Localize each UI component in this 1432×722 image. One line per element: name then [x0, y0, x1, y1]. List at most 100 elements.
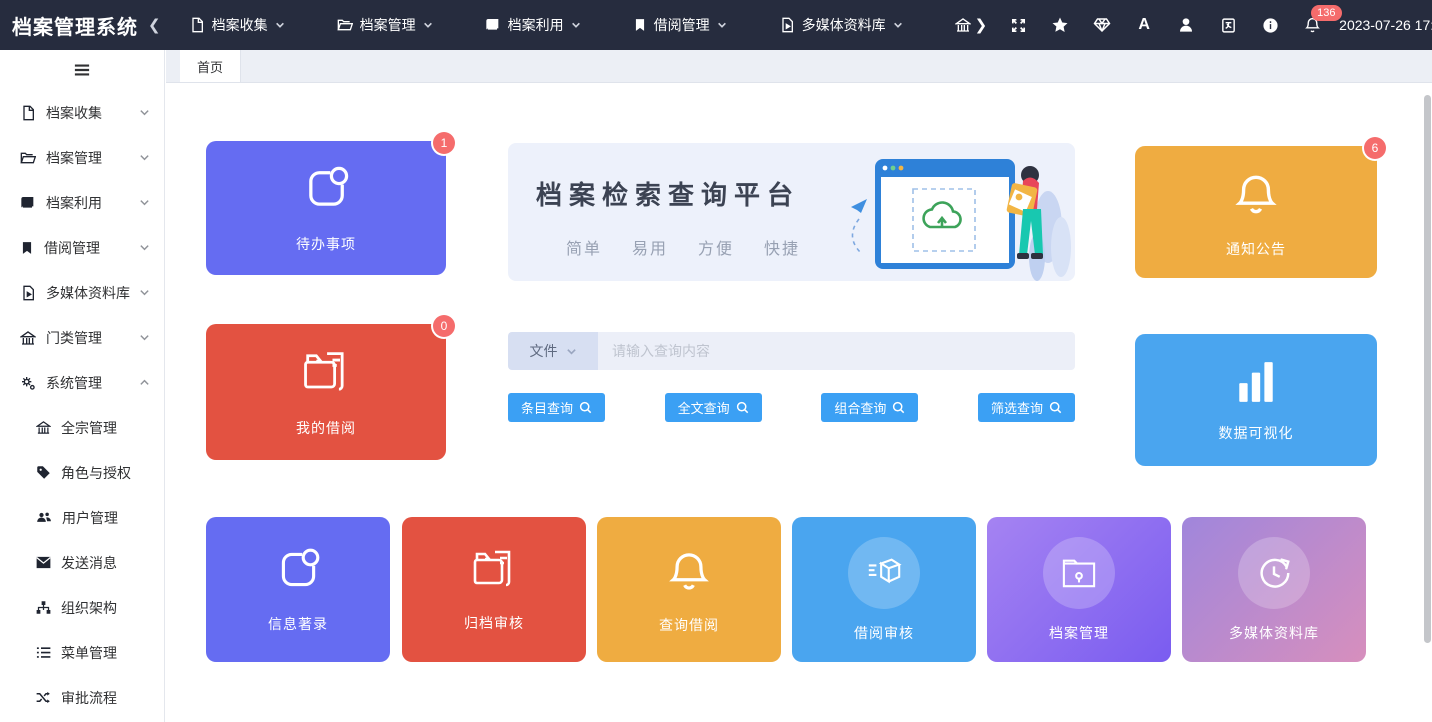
topnav-item-borrow-manage[interactable]: 借阅管理 — [633, 15, 727, 35]
sidebar: 档案收集 档案管理 档案利用 借阅管理 多媒体资料库 门类管理 系统管理 全宗管… — [0, 50, 165, 722]
sidebar-subitem-user-manage[interactable]: 用户管理 — [0, 495, 164, 540]
banner-tag: 简单 — [566, 235, 602, 259]
sidebar-subitem-send-message[interactable]: 发送消息 — [0, 540, 164, 585]
sidebar-item-archive-collect[interactable]: 档案收集 — [0, 90, 164, 135]
shortcut-borrow-review[interactable]: 借阅审核 — [792, 517, 976, 662]
todo-badge: 1 — [433, 132, 455, 154]
banner-tags: 简单 易用 方便 快捷 — [566, 235, 800, 259]
topnav-label: 档案收集 — [212, 15, 268, 35]
topnav-item-archive-collect[interactable]: 档案收集 — [189, 15, 285, 35]
banner-illustration — [823, 147, 1073, 281]
button-label: 组合查询 — [834, 398, 886, 417]
sidebar-subitem-approval-flow[interactable]: 审批流程 — [0, 675, 164, 720]
sidebar-item-label: 角色与授权 — [61, 463, 150, 483]
sidebar-item-label: 发送消息 — [61, 553, 150, 573]
card-label: 归档审核 — [464, 613, 524, 633]
user-icon[interactable] — [1177, 16, 1195, 34]
chevron-down-icon — [571, 20, 581, 30]
expand-icon[interactable] — [1009, 16, 1027, 34]
clipboard-icon — [273, 545, 323, 600]
star-icon[interactable] — [1051, 16, 1069, 34]
topnav-item-multimedia[interactable]: 多媒体资料库 — [779, 15, 903, 35]
book-icon — [20, 195, 36, 211]
sidebar-item-archive-use[interactable]: 档案利用 — [0, 180, 164, 225]
entry-query-button[interactable]: 条目查询 — [508, 393, 605, 422]
gears-icon — [20, 375, 36, 391]
media-file-icon — [779, 17, 795, 33]
banner-tag: 快捷 — [764, 235, 800, 259]
topnav-label: 多媒体资料库 — [802, 15, 886, 35]
bookmark-icon — [633, 17, 647, 33]
bell-icon[interactable]: 136 — [1303, 16, 1321, 34]
info-icon[interactable] — [1261, 16, 1279, 34]
my-borrow-badge: 0 — [433, 315, 455, 337]
combo-query-button[interactable]: 组合查询 — [821, 393, 918, 422]
search-input[interactable] — [598, 332, 1075, 370]
card-label: 数据可视化 — [1219, 423, 1294, 443]
font-size-icon[interactable]: A — [1135, 16, 1153, 34]
topnav-item-archive-use[interactable]: 档案利用 — [485, 15, 581, 35]
sidebar-item-label: 菜单管理 — [61, 643, 150, 663]
folder-open-icon — [337, 17, 353, 33]
bookmark-icon — [20, 240, 34, 256]
nav-scroll-right-icon[interactable]: ❯ — [975, 16, 988, 34]
card-label: 我的借阅 — [296, 418, 356, 438]
sidebar-subitem-roles-auth[interactable]: 角色与授权 — [0, 450, 164, 495]
todo-card[interactable]: 待办事项 1 — [206, 141, 446, 275]
chevron-down-icon — [893, 20, 903, 30]
gem-icon[interactable] — [1093, 16, 1111, 34]
chevron-down-icon — [139, 107, 150, 118]
shortcut-info-entry[interactable]: 信息著录 — [206, 517, 390, 662]
topnav-item-category-partial[interactable]: ❯ — [955, 16, 988, 34]
translate-icon[interactable] — [1219, 16, 1237, 34]
card-label: 借阅审核 — [854, 623, 914, 643]
datetime-display: 2023-07-26 17:25:44 — [1339, 17, 1432, 33]
card-label: 查询借阅 — [659, 615, 719, 635]
search-bar: 文件 — [508, 332, 1075, 370]
sidebar-subitem-org-structure[interactable]: 组织架构 — [0, 585, 164, 630]
my-borrow-card[interactable]: 我的借阅 0 — [206, 324, 446, 460]
folder-open-icon — [20, 150, 36, 166]
vertical-scrollbar[interactable] — [1424, 95, 1431, 643]
sidebar-item-borrow-manage[interactable]: 借阅管理 — [0, 225, 164, 270]
sitemap-icon — [36, 600, 51, 615]
tab-home[interactable]: 首页 — [180, 50, 241, 82]
search-platform-banner: 档案检索查询平台 简单 易用 方便 快捷 — [508, 143, 1075, 281]
topnav-item-archive-manage[interactable]: 档案管理 — [337, 15, 433, 35]
clock-sync-icon — [1238, 537, 1310, 609]
bank-icon — [955, 17, 971, 33]
app-title: 档案管理系统 — [0, 11, 148, 40]
tag-icon — [36, 465, 51, 480]
button-label: 全文查询 — [678, 398, 730, 417]
shortcut-archive-manage[interactable]: 档案管理 — [987, 517, 1171, 662]
chevron-up-icon — [139, 377, 150, 388]
notice-card[interactable]: 通知公告 6 — [1135, 146, 1377, 278]
sidebar-item-label: 借阅管理 — [44, 238, 139, 258]
sidebar-item-archive-manage[interactable]: 档案管理 — [0, 135, 164, 180]
shortcut-archive-review[interactable]: 归档审核 — [402, 517, 586, 662]
sidebar-item-multimedia[interactable]: 多媒体资料库 — [0, 270, 164, 315]
sidebar-item-system-manage[interactable]: 系统管理 — [0, 360, 164, 405]
sidebar-item-category-manage[interactable]: 门类管理 — [0, 315, 164, 360]
query-buttons: 条目查询 全文查询 组合查询 筛选查询 — [508, 393, 1075, 422]
card-label: 通知公告 — [1226, 239, 1286, 259]
media-file-icon — [20, 285, 36, 301]
shortcut-multimedia-library[interactable]: 多媒体资料库 — [1182, 517, 1366, 662]
main-area: 首页 待办事项 1 档案检索查询平台 简单 易用 方便 快捷 — [166, 50, 1432, 722]
fulltext-query-button[interactable]: 全文查询 — [665, 393, 762, 422]
chevron-down-icon — [275, 20, 285, 30]
nav-scroll-left-icon[interactable]: ❮ — [148, 16, 161, 34]
card-label: 档案管理 — [1049, 623, 1109, 643]
data-viz-card[interactable]: 数据可视化 — [1135, 334, 1377, 466]
banner-tag: 方便 — [698, 235, 734, 259]
menu-toggle-icon[interactable] — [0, 50, 164, 90]
chevron-down-icon — [423, 20, 433, 30]
card-label: 多媒体资料库 — [1229, 623, 1319, 643]
sidebar-item-label: 档案管理 — [46, 148, 139, 168]
shortcut-query-borrow[interactable]: 查询借阅 — [597, 517, 781, 662]
sidebar-subitem-menu-manage[interactable]: 菜单管理 — [0, 630, 164, 675]
cube-icon — [848, 537, 920, 609]
sidebar-subitem-fonds-manage[interactable]: 全宗管理 — [0, 405, 164, 450]
search-category-select[interactable]: 文件 — [508, 332, 598, 370]
filter-query-button[interactable]: 筛选查询 — [978, 393, 1075, 422]
